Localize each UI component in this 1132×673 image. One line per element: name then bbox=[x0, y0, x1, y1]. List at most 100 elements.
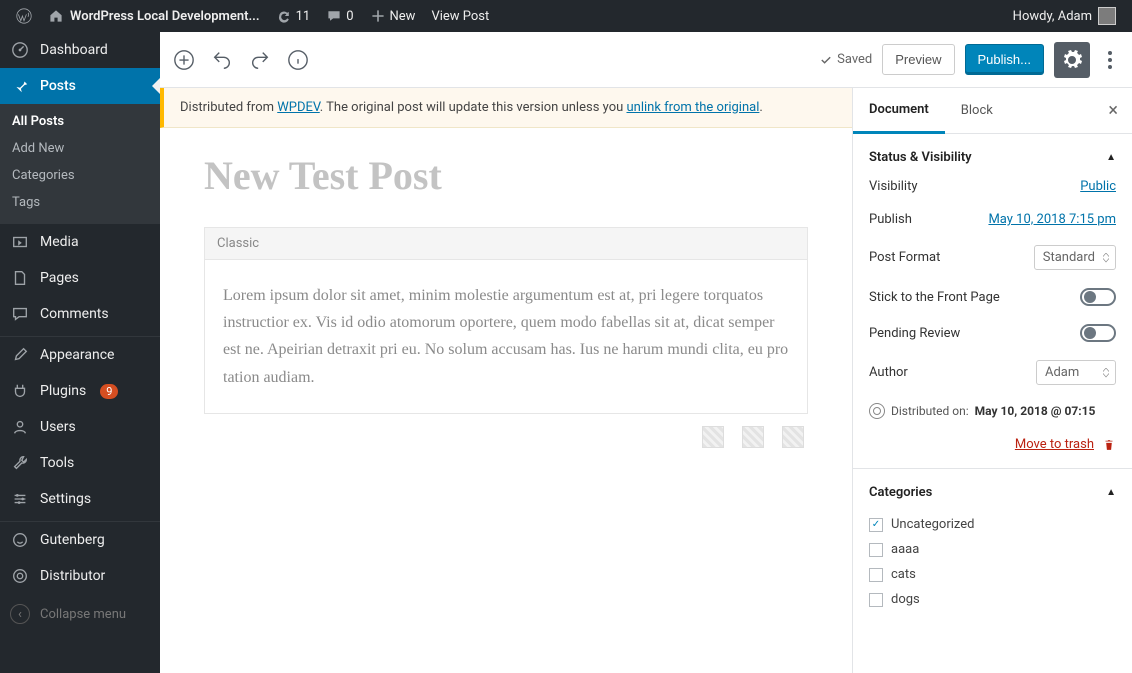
sidebar-label: Settings bbox=[40, 491, 91, 507]
plus-icon bbox=[370, 8, 386, 24]
sidebar-item-plugins[interactable]: Plugins 9 bbox=[0, 373, 160, 409]
sidebar-item-pages[interactable]: Pages bbox=[0, 260, 160, 296]
panel-categories: Categories ▲ Uncategorized aaaa cats dogs bbox=[853, 469, 1132, 626]
distributor-small-icon bbox=[869, 403, 885, 419]
close-settings-button[interactable]: × bbox=[1094, 100, 1132, 121]
my-account[interactable]: Howdy, Adam bbox=[1005, 0, 1124, 32]
category-item[interactable]: cats bbox=[869, 564, 1116, 585]
settings-toggle-button[interactable] bbox=[1054, 42, 1090, 78]
tab-document[interactable]: Document bbox=[853, 88, 945, 134]
panel-toggle-status[interactable]: Status & Visibility ▲ bbox=[869, 150, 1116, 165]
block-footer-toolbar bbox=[204, 414, 808, 460]
author-label: Author bbox=[869, 365, 908, 380]
visibility-value-link[interactable]: Public bbox=[1080, 179, 1116, 194]
category-item[interactable]: aaaa bbox=[869, 539, 1116, 560]
new-content[interactable]: New bbox=[362, 0, 424, 32]
sidebar-label: Pages bbox=[40, 270, 79, 286]
panel-status-visibility: Status & Visibility ▲ Visibility Public … bbox=[853, 134, 1132, 469]
preview-button[interactable]: Preview bbox=[882, 44, 954, 75]
collapse-menu[interactable]: Collapse menu bbox=[0, 594, 160, 634]
more-menu-button[interactable] bbox=[1100, 47, 1120, 73]
home-icon bbox=[48, 8, 64, 24]
publish-label: Publish bbox=[869, 212, 912, 227]
site-name[interactable]: WordPress Local Development... bbox=[40, 0, 268, 32]
gallery-block-icon[interactable] bbox=[742, 426, 764, 448]
view-post-link[interactable]: View Post bbox=[423, 0, 497, 32]
wp-logo[interactable] bbox=[8, 0, 40, 32]
pin-icon bbox=[10, 76, 30, 96]
post-format-label: Post Format bbox=[869, 250, 940, 265]
unlink-link[interactable]: unlink from the original bbox=[627, 100, 760, 115]
update-count: 11 bbox=[296, 9, 311, 24]
refresh-icon bbox=[276, 8, 292, 24]
user-icon bbox=[10, 417, 30, 437]
dashboard-icon bbox=[10, 40, 30, 60]
notice-site-link[interactable]: WPDEV bbox=[277, 100, 320, 115]
collapse-icon bbox=[10, 604, 30, 624]
comments-bubble[interactable]: 0 bbox=[318, 0, 361, 32]
sidebar-item-users[interactable]: Users bbox=[0, 409, 160, 445]
admin-bar: WordPress Local Development... 11 0 New … bbox=[0, 0, 1132, 32]
comments-icon bbox=[10, 304, 30, 324]
category-item[interactable]: Uncategorized bbox=[869, 514, 1116, 535]
visibility-label: Visibility bbox=[869, 179, 918, 194]
new-label: New bbox=[390, 9, 416, 24]
sidebar-item-appearance[interactable]: Appearance bbox=[0, 337, 160, 373]
sidebar-item-distributor[interactable]: Distributor bbox=[0, 558, 160, 594]
sidebar-item-gutenberg[interactable]: Gutenberg bbox=[0, 522, 160, 558]
sub-item-all-posts[interactable]: All Posts bbox=[0, 108, 160, 135]
category-checkbox[interactable] bbox=[869, 568, 883, 582]
add-block-button[interactable] bbox=[172, 48, 196, 72]
sub-item-categories[interactable]: Categories bbox=[0, 162, 160, 189]
distributor-icon bbox=[10, 566, 30, 586]
admin-sidebar: Dashboard Posts All Posts Add New Catego… bbox=[0, 32, 160, 673]
move-to-trash-link[interactable]: Move to trash bbox=[1015, 437, 1094, 452]
pending-toggle[interactable] bbox=[1080, 324, 1116, 342]
avatar bbox=[1098, 7, 1116, 25]
sidebar-label: Comments bbox=[40, 306, 109, 322]
tab-block[interactable]: Block bbox=[945, 89, 1009, 132]
updates[interactable]: 11 bbox=[268, 0, 319, 32]
sidebar-item-comments[interactable]: Comments bbox=[0, 296, 160, 332]
settings-tabs: Document Block × bbox=[853, 88, 1132, 134]
publish-date-link[interactable]: May 10, 2018 7:15 pm bbox=[988, 212, 1116, 227]
media-icon bbox=[10, 232, 30, 252]
publish-button[interactable]: Publish... bbox=[965, 44, 1044, 75]
sub-item-tags[interactable]: Tags bbox=[0, 189, 160, 216]
sidebar-item-dashboard[interactable]: Dashboard bbox=[0, 32, 160, 68]
trash-icon bbox=[1102, 438, 1116, 452]
stick-toggle[interactable] bbox=[1080, 288, 1116, 306]
wrench-icon bbox=[10, 453, 30, 473]
distributed-on-row: Distributed on: May 10, 2018 @ 07:15 bbox=[869, 403, 1116, 419]
category-label: dogs bbox=[891, 592, 920, 607]
editor-body: New Test Post Classic Lorem ipsum dolor … bbox=[160, 128, 852, 673]
redo-button[interactable] bbox=[248, 48, 272, 72]
sidebar-item-tools[interactable]: Tools bbox=[0, 445, 160, 481]
post-format-select[interactable]: Standard bbox=[1034, 245, 1116, 270]
sidebar-label: Distributor bbox=[40, 568, 105, 584]
sidebar-item-media[interactable]: Media bbox=[0, 224, 160, 260]
sidebar-item-posts[interactable]: Posts bbox=[0, 68, 160, 104]
classic-block[interactable]: Classic Lorem ipsum dolor sit amet, mini… bbox=[204, 227, 808, 414]
comment-icon bbox=[326, 8, 342, 24]
sidebar-label: Tools bbox=[40, 455, 74, 471]
category-label: cats bbox=[891, 567, 916, 582]
image-block-icon[interactable] bbox=[702, 426, 724, 448]
check-icon bbox=[819, 53, 833, 67]
editor-toolbar: Saved Preview Publish... bbox=[160, 32, 1132, 88]
category-checkbox[interactable] bbox=[869, 593, 883, 607]
plug-icon bbox=[10, 381, 30, 401]
post-title[interactable]: New Test Post bbox=[204, 152, 808, 199]
block-content[interactable]: Lorem ipsum dolor sit amet, minim molest… bbox=[205, 260, 807, 413]
category-item[interactable]: dogs bbox=[869, 589, 1116, 610]
sub-item-add-new[interactable]: Add New bbox=[0, 135, 160, 162]
category-checkbox[interactable] bbox=[869, 543, 883, 557]
undo-button[interactable] bbox=[210, 48, 234, 72]
posts-submenu: All Posts Add New Categories Tags bbox=[0, 104, 160, 224]
category-checkbox[interactable] bbox=[869, 518, 883, 532]
info-button[interactable] bbox=[286, 48, 310, 72]
author-select[interactable]: Adam bbox=[1036, 360, 1116, 385]
panel-toggle-categories[interactable]: Categories ▲ bbox=[869, 485, 1116, 500]
sidebar-item-settings[interactable]: Settings bbox=[0, 481, 160, 517]
chart-block-icon[interactable] bbox=[782, 426, 804, 448]
